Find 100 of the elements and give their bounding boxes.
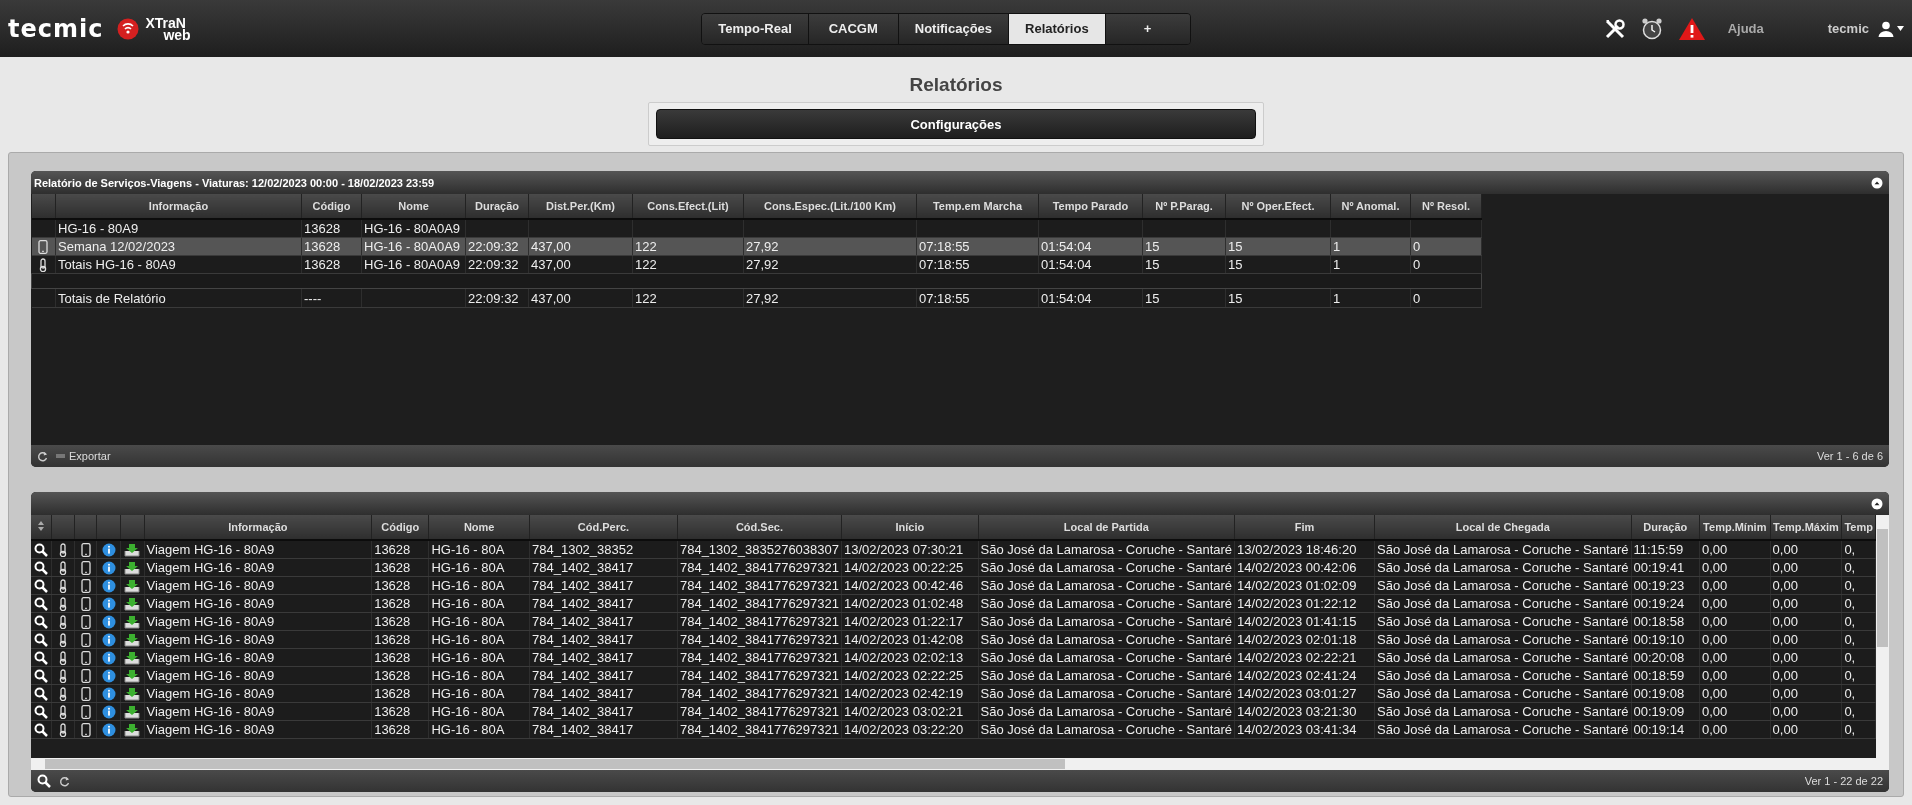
phone-icon[interactable] <box>80 597 91 612</box>
column-header[interactable]: Local de Chegada <box>1374 515 1631 540</box>
column-header[interactable]: Cód.Sec. <box>677 515 842 540</box>
download-icon[interactable] <box>124 723 141 738</box>
thermometer-icon[interactable] <box>59 615 67 630</box>
nav-tab[interactable]: Notificações <box>898 13 1010 44</box>
vertical-scrollbar[interactable] <box>1876 515 1889 758</box>
scroll-thumb[interactable] <box>1877 529 1888 648</box>
column-header[interactable]: Nome <box>428 515 530 540</box>
phone-icon[interactable] <box>80 633 91 648</box>
phone-icon[interactable] <box>80 651 91 666</box>
thermometer-icon[interactable] <box>59 669 67 684</box>
search-icon[interactable] <box>37 774 51 788</box>
search-icon[interactable] <box>34 615 49 630</box>
column-header[interactable]: Tempo Parado <box>1038 194 1143 219</box>
search-icon[interactable] <box>34 669 49 684</box>
column-header[interactable]: Nº P.Parag. <box>1142 194 1226 219</box>
search-icon[interactable] <box>34 633 49 648</box>
column-header[interactable]: Cons.Efect.(Lit) <box>632 194 744 219</box>
collapse-icon[interactable] <box>1871 497 1883 510</box>
phone-icon[interactable] <box>80 723 91 738</box>
search-icon[interactable] <box>34 723 49 738</box>
download-icon[interactable] <box>124 633 141 648</box>
column-header[interactable]: Temp.Máxim <box>1770 515 1842 540</box>
user-menu[interactable]: tecmic <box>1827 20 1904 37</box>
download-icon[interactable] <box>124 561 141 576</box>
phone-icon[interactable] <box>80 579 91 594</box>
nav-tab[interactable]: Relatórios <box>1009 13 1106 44</box>
column-header[interactable]: Fim <box>1234 515 1375 540</box>
column-header[interactable]: Temp.em Marcha <box>916 194 1039 219</box>
download-icon[interactable] <box>124 615 141 630</box>
thermometer-icon[interactable] <box>59 705 67 720</box>
search-icon[interactable] <box>34 687 49 702</box>
phone-icon[interactable] <box>80 687 91 702</box>
nav-tab[interactable]: CACGM <box>808 13 899 44</box>
collapse-icon[interactable] <box>1871 176 1883 189</box>
thermometer-icon[interactable] <box>59 633 67 648</box>
info-icon[interactable] <box>101 687 116 702</box>
column-header[interactable]: Temp <box>1841 515 1876 540</box>
column-header[interactable]: Duração <box>1631 515 1700 540</box>
thermometer-icon[interactable] <box>59 651 67 666</box>
scroll-thumb[interactable] <box>45 759 1065 769</box>
column-header[interactable]: Cód.Perc. <box>529 515 678 540</box>
search-icon[interactable] <box>34 543 49 558</box>
column-header[interactable]: Cons.Espec.(Lit./100 Km) <box>743 194 917 219</box>
download-icon[interactable] <box>124 543 141 558</box>
column-header[interactable]: Nº Oper.Efect. <box>1225 194 1331 219</box>
column-header[interactable]: Informação <box>144 515 372 540</box>
phone-icon[interactable] <box>38 240 49 255</box>
download-icon[interactable] <box>124 669 141 684</box>
column-header[interactable]: Local de Partida <box>978 515 1235 540</box>
search-icon[interactable] <box>34 579 49 594</box>
search-icon[interactable] <box>34 561 49 576</box>
info-icon[interactable] <box>101 597 116 612</box>
phone-icon[interactable] <box>80 543 91 558</box>
tools-icon[interactable] <box>1603 17 1626 40</box>
thermometer-icon[interactable] <box>59 579 67 594</box>
download-icon[interactable] <box>124 705 141 720</box>
thermometer-icon[interactable] <box>59 561 67 576</box>
phone-icon[interactable] <box>80 561 91 576</box>
export-button[interactable]: Exportar <box>56 450 111 462</box>
warning-icon[interactable] <box>1677 16 1706 41</box>
download-icon[interactable] <box>124 597 141 612</box>
refresh-icon[interactable] <box>37 450 48 462</box>
alarm-clock-icon[interactable] <box>1639 16 1664 41</box>
search-icon[interactable] <box>34 651 49 666</box>
thermometer-icon[interactable] <box>59 687 67 702</box>
help-link[interactable]: Ajuda <box>1727 21 1764 36</box>
configurations-button[interactable]: Configurações <box>656 109 1256 139</box>
thermometer-icon[interactable] <box>59 723 67 738</box>
nav-tab[interactable]: Tempo-Real <box>702 13 809 44</box>
thermometer-icon[interactable] <box>59 543 67 558</box>
info-icon[interactable] <box>101 669 116 684</box>
info-icon[interactable] <box>101 561 116 576</box>
info-icon[interactable] <box>101 633 116 648</box>
info-icon[interactable] <box>101 579 116 594</box>
info-icon[interactable] <box>101 723 116 738</box>
column-header[interactable]: Nº Resol. <box>1410 194 1482 219</box>
info-icon[interactable] <box>101 651 116 666</box>
column-header[interactable]: Código <box>301 194 362 219</box>
phone-icon[interactable] <box>80 615 91 630</box>
nav-tab[interactable]: + <box>1105 13 1190 44</box>
download-icon[interactable] <box>124 687 141 702</box>
column-header[interactable]: Início <box>841 515 979 540</box>
thermometer-icon[interactable] <box>59 597 67 612</box>
info-icon[interactable] <box>101 615 116 630</box>
column-header[interactable]: Nome <box>361 194 466 219</box>
search-icon[interactable] <box>34 705 49 720</box>
search-icon[interactable] <box>34 597 49 612</box>
column-header[interactable]: Temp.Mínim <box>1699 515 1771 540</box>
column-header[interactable]: Informação <box>55 194 302 219</box>
horizontal-scrollbar[interactable] <box>31 758 1889 770</box>
info-icon[interactable] <box>101 705 116 720</box>
column-header[interactable]: Código <box>371 515 429 540</box>
download-icon[interactable] <box>124 651 141 666</box>
phone-icon[interactable] <box>80 669 91 684</box>
phone-icon[interactable] <box>80 705 91 720</box>
column-header[interactable]: Dist.Per.(Km) <box>528 194 633 219</box>
column-header[interactable]: Duração <box>465 194 529 219</box>
column-header[interactable]: Nº Anomal. <box>1330 194 1411 219</box>
